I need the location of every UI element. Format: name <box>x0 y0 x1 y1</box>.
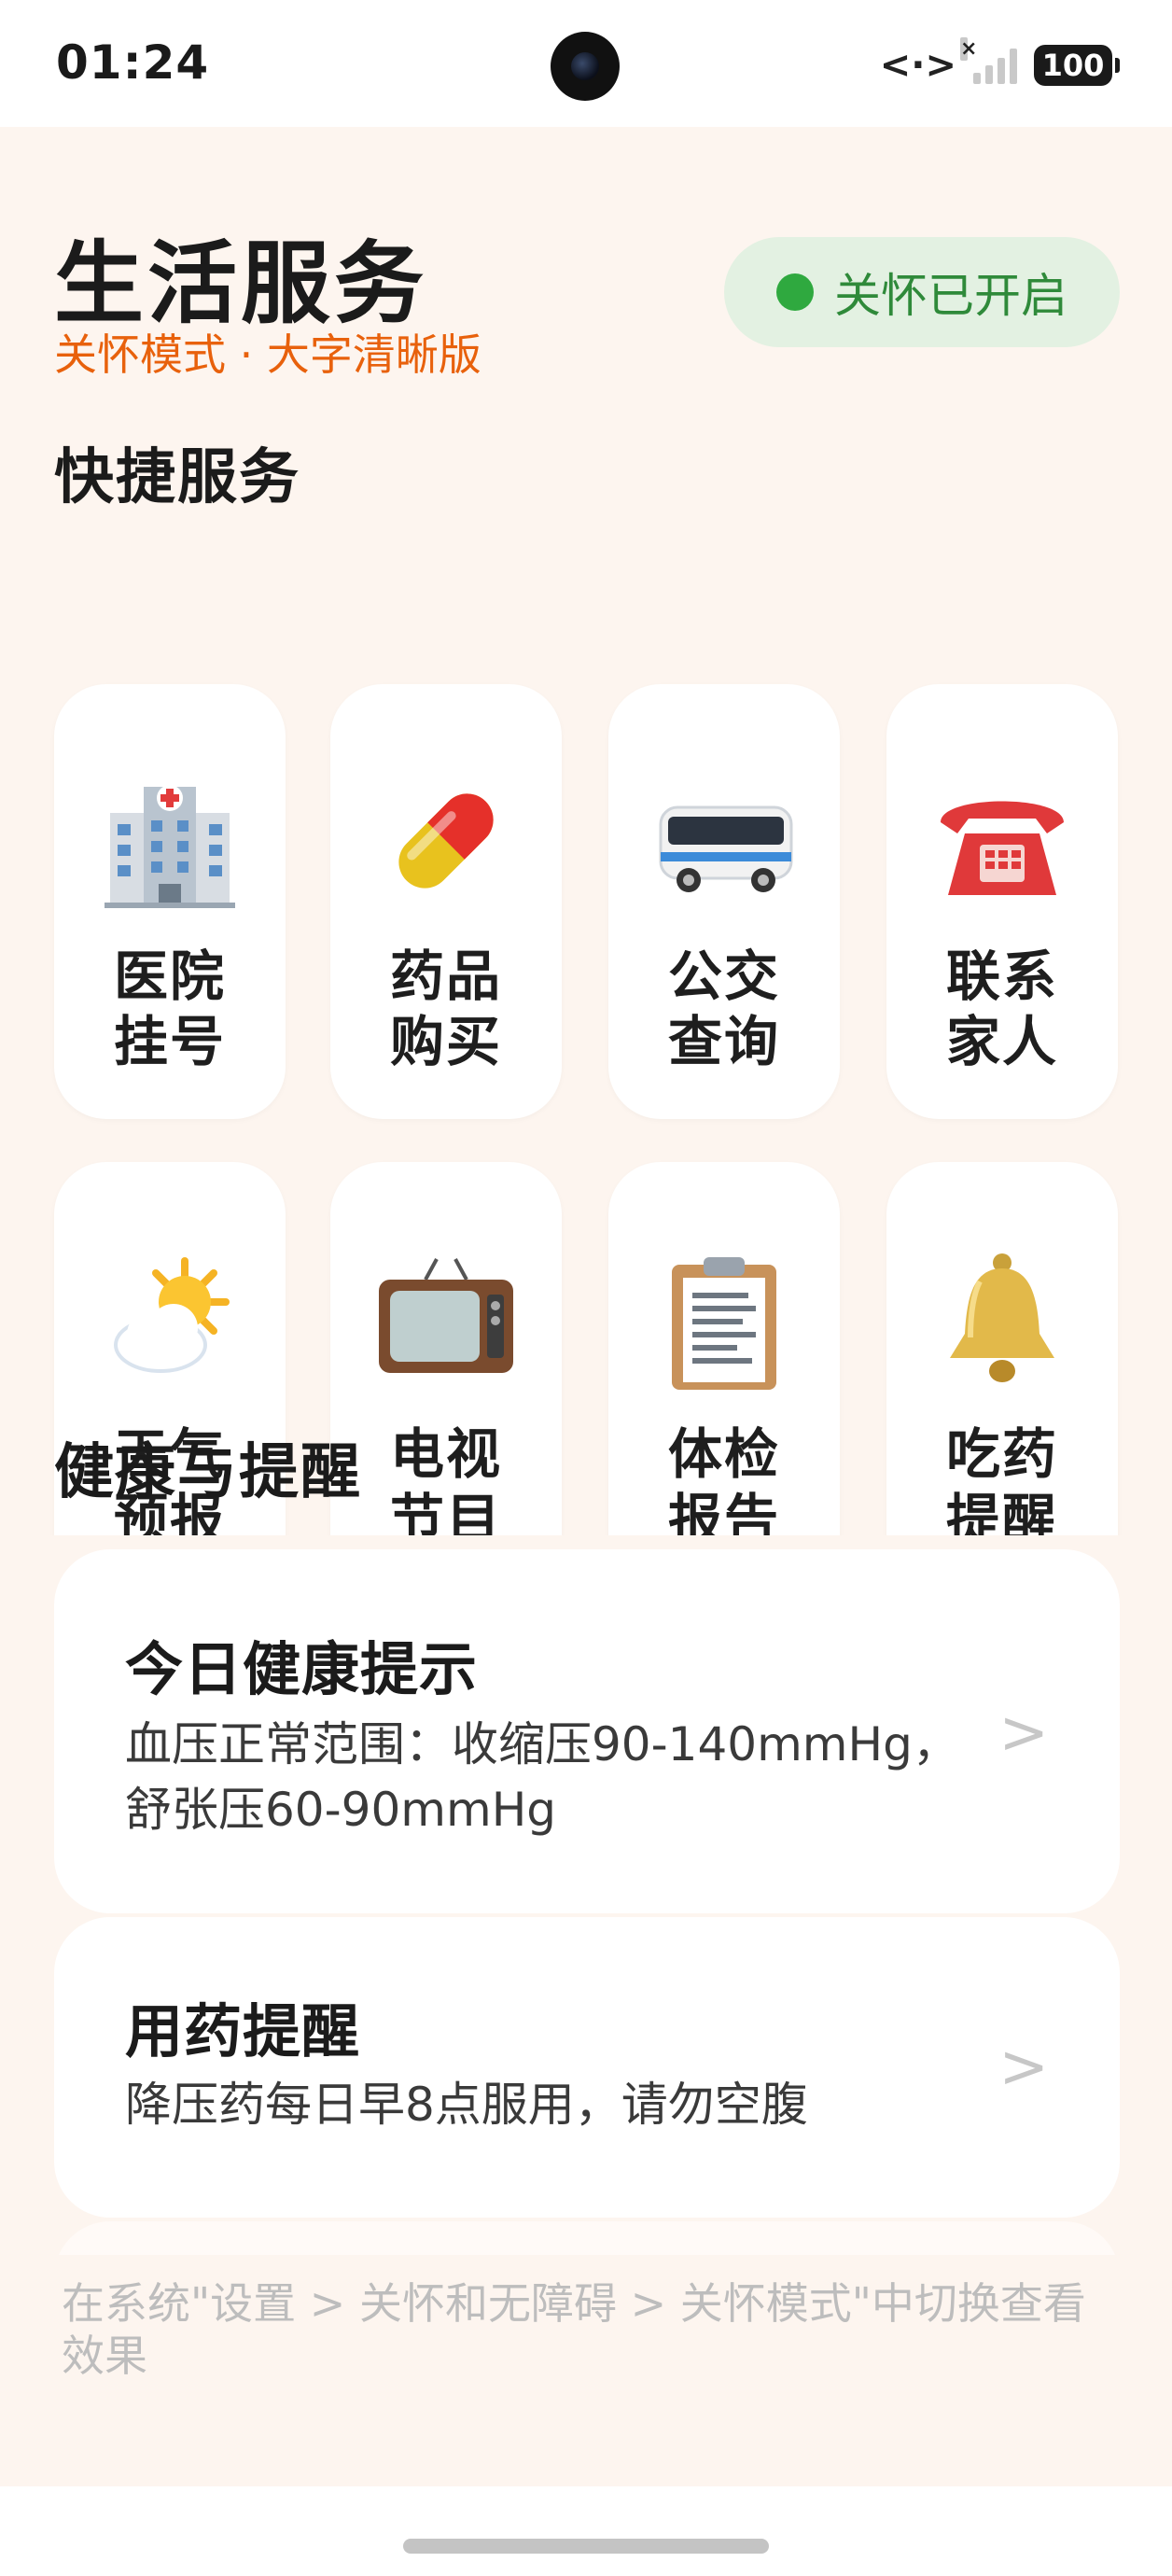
service-tile-label: 药品 购买 <box>389 945 502 1073</box>
health-tip-card[interactable]: 今日健康提示 血压正常范围：收缩压90-140mmHg，舒张压60-90mmHg… <box>54 1549 1120 1913</box>
main-content: 生活服务 关怀模式 · 大字清晰版 关怀已开启 快捷服务 医院 挂号 药品 购买… <box>0 127 1172 2486</box>
service-tile-label: 医院 挂号 <box>113 945 226 1073</box>
data-transfer-icon: <·> <box>879 44 956 87</box>
weather-icon <box>95 1244 244 1393</box>
footer-note: 在系统"设置 > 关怀和无障碍 > 关怀模式"中切换查看效果 <box>62 2278 1086 2381</box>
service-tile-label: 吃药 提醒 <box>945 1422 1058 1535</box>
clipboard-icon <box>649 1244 799 1393</box>
card-title: 用药提醒 <box>125 1997 361 2065</box>
no-signal-mark: × <box>960 37 978 61</box>
service-tile-hospital[interactable]: 医院 挂号 <box>54 684 286 1119</box>
service-tile-bus[interactable]: 公交 查询 <box>608 684 840 1119</box>
status-time: 01:24 <box>56 35 210 90</box>
quick-services-title: 快捷服务 <box>54 443 300 512</box>
card-description: 降压药每日早8点服用，请勿空腹 <box>125 2078 808 2132</box>
quick-services-grid: 医院 挂号 药品 购买 公交 查询 联系 家人 天气 预报 电视 节目 体检 报… <box>0 556 1172 1535</box>
service-tile-label: 体检 报告 <box>667 1422 780 1535</box>
battery-icon: 100 <box>1034 45 1120 86</box>
tv-icon <box>371 1244 521 1393</box>
card-description: 血压正常范围：收缩压90-140mmHg，舒张压60-90mmHg <box>125 1717 959 1837</box>
service-tile-contact-family[interactable]: 联系 家人 <box>886 684 1118 1119</box>
service-tile-label: 联系 家人 <box>945 945 1058 1073</box>
cellular-signal-icon: × <box>960 37 1017 84</box>
service-tile-label: 电视 节目 <box>389 1422 502 1535</box>
home-indicator[interactable] <box>403 2539 769 2554</box>
service-tile-medicine[interactable]: 药品 购买 <box>330 684 562 1119</box>
pill-icon <box>371 766 521 916</box>
page-subtitle: 关怀模式 · 大字清晰版 <box>54 329 481 380</box>
care-mode-status-badge[interactable]: 关怀已开启 <box>724 237 1120 347</box>
service-tile-checkup-report[interactable]: 体检 报告 <box>608 1162 840 1535</box>
battery-level: 100 <box>1041 48 1105 83</box>
status-icons: <·> × 100 <box>879 37 1120 90</box>
service-tile-medicine-reminder[interactable]: 吃药 提醒 <box>886 1162 1118 1535</box>
medication-reminder-card[interactable]: 用药提醒 降压药每日早8点服用，请勿空腹 > <box>54 1917 1120 2218</box>
hospital-icon <box>95 766 244 916</box>
care-mode-status-label: 关怀已开启 <box>834 269 1067 323</box>
chevron-right-icon: > <box>998 1699 1049 1768</box>
service-tile-label: 公交 查询 <box>667 945 780 1073</box>
footer-note-area: 在系统"设置 > 关怀和无障碍 > 关怀模式"中切换查看效果 <box>0 2255 1172 2486</box>
status-dot-icon <box>776 273 814 311</box>
card-title: 今日健康提示 <box>125 1635 479 1703</box>
bell-icon <box>928 1244 1077 1393</box>
telephone-icon <box>928 766 1077 916</box>
status-bar: 01:24 <·> × 100 <box>0 0 1172 127</box>
bus-icon <box>649 766 799 916</box>
health-section-title: 健康与提醒 <box>54 1438 362 1507</box>
front-camera <box>551 32 620 101</box>
chevron-right-icon: > <box>998 2033 1049 2102</box>
service-tile-tv[interactable]: 电视 节目 <box>330 1162 562 1535</box>
